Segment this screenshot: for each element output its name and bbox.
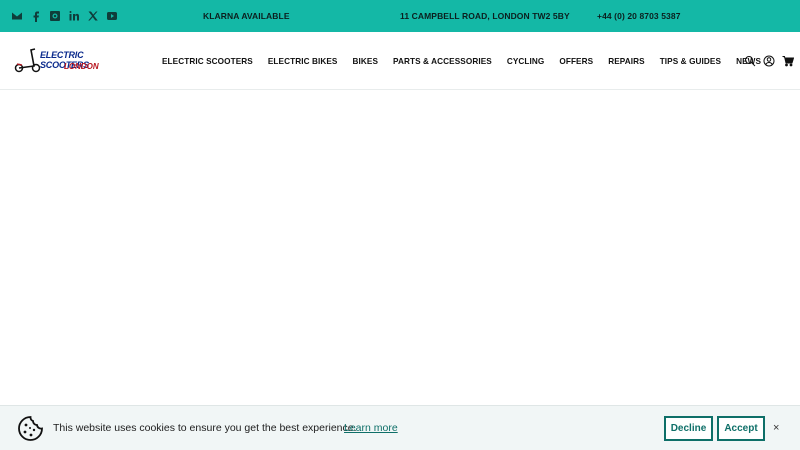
main-nav: ELECTRIC SCOOTERS ELECTRIC BIKES BIKES P…	[162, 57, 761, 66]
nav-repairs[interactable]: REPAIRS	[608, 57, 645, 66]
cart-icon[interactable]	[782, 54, 794, 68]
facebook-icon[interactable]	[29, 9, 42, 22]
nav-bikes[interactable]: BIKES	[353, 57, 379, 66]
youtube-icon[interactable]	[105, 9, 118, 22]
nav-tips-guides[interactable]: TIPS & GUIDES	[660, 57, 721, 66]
nav-cycling[interactable]: CYCLING	[507, 57, 545, 66]
cookie-banner: This website uses cookies to ensure you …	[0, 405, 800, 450]
cookie-icon	[18, 416, 43, 441]
instagram-icon[interactable]	[48, 9, 61, 22]
social-links	[10, 9, 118, 22]
klarna-promo: KLARNA AVAILABLE	[203, 11, 290, 21]
account-icon[interactable]	[763, 54, 775, 68]
phone-number[interactable]: +44 (0) 20 8703 5387	[597, 11, 681, 21]
linkedin-icon[interactable]	[67, 9, 80, 22]
scooter-logo-icon	[14, 48, 41, 73]
main-content	[0, 90, 800, 405]
top-bar: KLARNA AVAILABLE 11 CAMPBELL ROAD, LONDO…	[0, 0, 800, 32]
nav-electric-scooters[interactable]: ELECTRIC SCOOTERS	[162, 57, 253, 66]
x-icon[interactable]	[86, 9, 99, 22]
nav-offers[interactable]: OFFERS	[559, 57, 593, 66]
site-logo[interactable]: ELECTRIC SCOOTERS LONDON	[14, 45, 126, 75]
nav-electric-bikes[interactable]: ELECTRIC BIKES	[268, 57, 338, 66]
store-address: 11 CAMPBELL ROAD, LONDON TW2 5BY	[400, 11, 570, 21]
accept-button[interactable]: Accept	[717, 416, 765, 441]
mail-icon[interactable]	[10, 9, 23, 22]
cookie-message: This website uses cookies to ensure you …	[53, 422, 357, 434]
logo-text-secondary: LONDON	[64, 62, 99, 71]
nav-parts-accessories[interactable]: PARTS & ACCESSORIES	[393, 57, 492, 66]
decline-button[interactable]: Decline	[664, 416, 713, 441]
site-header: ELECTRIC SCOOTERS LONDON ELECTRIC SCOOTE…	[0, 32, 800, 90]
search-icon[interactable]	[744, 54, 756, 68]
close-icon[interactable]: ×	[773, 422, 779, 434]
header-actions	[744, 54, 794, 68]
learn-more-link[interactable]: Learn more	[344, 422, 398, 434]
